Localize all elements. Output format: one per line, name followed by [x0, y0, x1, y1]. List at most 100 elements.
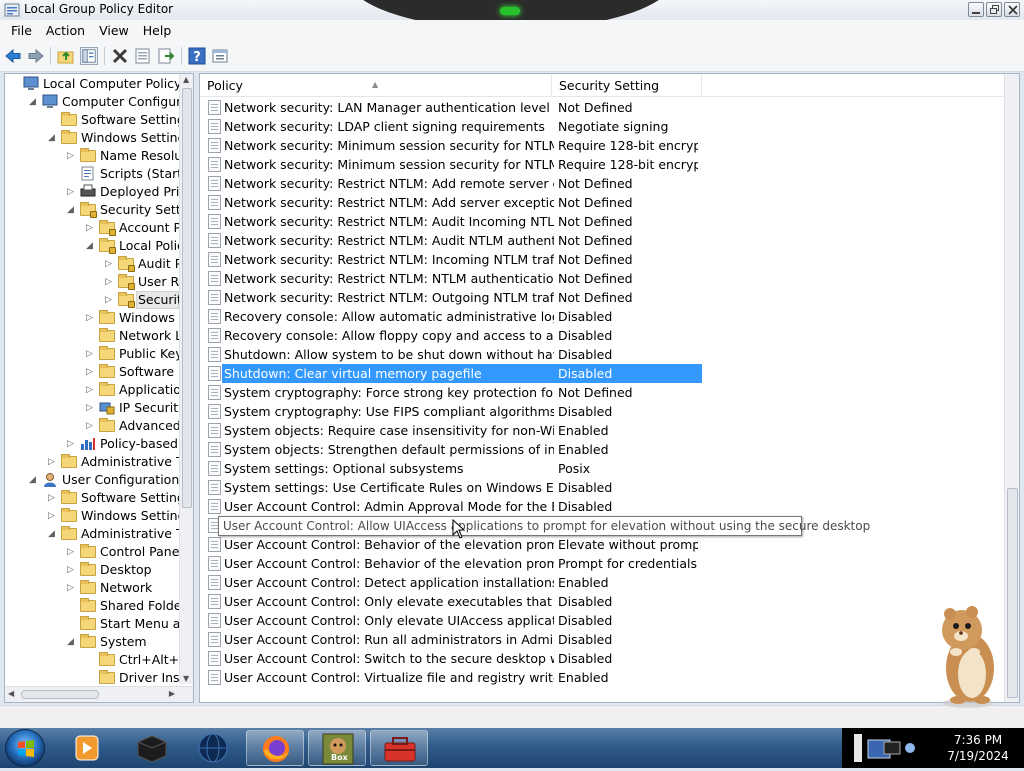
tree-scroll-thumb[interactable]: [182, 88, 192, 508]
tree-item[interactable]: ▷Windows Firew: [5, 309, 193, 327]
tree-item[interactable]: ▷Name Resolution: [5, 147, 193, 165]
policy-row[interactable]: Network security: Minimum session securi…: [206, 136, 702, 155]
collapsed-arrow-icon[interactable]: ▷: [104, 276, 113, 288]
policy-row[interactable]: Network security: Restrict NTLM: Add rem…: [206, 174, 702, 193]
policy-row[interactable]: Recovery console: Allow automatic admini…: [206, 307, 702, 326]
tree-item[interactable]: ◢ Windows Settings: [5, 129, 192, 147]
policy-row[interactable]: Network security: Restrict NTLM: Incomin…: [206, 250, 702, 269]
collapsed-arrow-icon[interactable]: ▷: [104, 294, 113, 306]
expanded-arrow-icon[interactable]: ◢: [85, 240, 94, 252]
taskbar-firefox[interactable]: [246, 730, 304, 766]
tree-item[interactable]: ▷ Administrative Templ: [5, 453, 193, 471]
tree-item[interactable]: ▷ Software Settings: [5, 489, 191, 507]
policy-row[interactable]: Network security: Restrict NTLM: Audit I…: [206, 212, 702, 231]
policy-row[interactable]: System objects: Strengthen default permi…: [206, 440, 702, 459]
policy-row[interactable]: Network security: LAN Manager authentica…: [206, 98, 702, 117]
expanded-arrow-icon[interactable]: ◢: [28, 96, 37, 108]
tree-item[interactable]: ▷IP Security Pol: [5, 399, 193, 417]
menu-help[interactable]: Help: [136, 20, 179, 41]
tree-item[interactable]: ◢ User Configuration: [5, 471, 179, 489]
policy-row[interactable]: Network security: Restrict NTLM: Audit N…: [206, 231, 702, 250]
expanded-arrow-icon[interactable]: ◢: [47, 528, 56, 540]
tree-item[interactable]: ◢Security Settings: [5, 201, 193, 219]
collapsed-arrow-icon[interactable]: ▷: [47, 456, 56, 468]
policy-row[interactable]: Network security: Minimum session securi…: [206, 155, 702, 174]
tree-item[interactable]: ▷ Account Polic: [5, 219, 193, 237]
tree-item[interactable]: Network List M: [5, 327, 193, 345]
collapsed-arrow-icon[interactable]: ▷: [85, 222, 94, 234]
scroll-up-icon[interactable]: ▲: [183, 75, 189, 84]
tree-item[interactable]: ▷Software Restr: [5, 363, 193, 381]
policy-row[interactable]: System settings: Use Certificate Rules o…: [206, 478, 702, 497]
collapsed-arrow-icon[interactable]: ▷: [85, 348, 94, 360]
collapsed-arrow-icon[interactable]: ▷: [85, 420, 94, 432]
back-icon[interactable]: [4, 47, 22, 65]
taskbar-globe[interactable]: [184, 730, 242, 766]
collapsed-arrow-icon[interactable]: ▷: [104, 258, 113, 270]
tree-item[interactable]: ▷ Control Panel: [5, 543, 183, 561]
column-header-policy[interactable]: Policy ▲: [200, 74, 552, 97]
policy-row[interactable]: Recovery console: Allow floppy copy and …: [206, 326, 702, 345]
collapsed-arrow-icon[interactable]: ▷: [85, 312, 94, 324]
collapsed-arrow-icon[interactable]: ▷: [47, 492, 56, 504]
up-folder-icon[interactable]: [57, 47, 75, 65]
tree-item[interactable]: Local Computer Policy: [5, 75, 181, 93]
collapsed-arrow-icon[interactable]: ▷: [66, 186, 75, 198]
tree-item[interactable]: ▷ Windows Settings: [5, 507, 192, 525]
tree-item[interactable]: ▷ Network: [5, 579, 179, 597]
policy-row[interactable]: User Account Control: Switch to the secu…: [206, 649, 702, 668]
expanded-arrow-icon[interactable]: ◢: [47, 132, 56, 144]
export-list-icon[interactable]: [157, 47, 175, 65]
policy-row[interactable]: Shutdown: Clear virtual memory pagefile D…: [206, 364, 702, 383]
policy-row[interactable]: Shutdown: Allow system to be shut down w…: [206, 345, 702, 364]
collapsed-arrow-icon[interactable]: ▷: [85, 402, 94, 414]
menu-file[interactable]: File: [4, 20, 39, 41]
show-hide-tree-icon[interactable]: [80, 47, 98, 65]
tree-item[interactable]: ▷Application Co: [5, 381, 193, 399]
column-header-security-setting[interactable]: Security Setting: [552, 74, 702, 97]
tree-item[interactable]: ▷Public Key Pol: [5, 345, 193, 363]
tree-item[interactable]: Start Menu and Ta: [5, 615, 193, 633]
tree-hscroll-thumb[interactable]: [21, 690, 99, 699]
help-icon[interactable]: ?: [188, 47, 206, 65]
tree-item[interactable]: ▷Deployed Printers: [5, 183, 193, 201]
tree-item[interactable]: ◢ Administrative Templ: [5, 525, 193, 543]
tree-item[interactable]: ◢ Local Policies: [5, 237, 193, 255]
scroll-right-icon[interactable]: ▶: [169, 689, 175, 698]
show-console-tree-icon[interactable]: [211, 47, 229, 65]
policy-row[interactable]: System objects: Require case insensitivi…: [206, 421, 702, 440]
expanded-arrow-icon[interactable]: ◢: [66, 204, 75, 216]
tree-item[interactable]: Driver Installat: [5, 669, 193, 687]
policy-list[interactable]: Policy ▲ Security Setting Network securi…: [199, 73, 1020, 703]
policy-row[interactable]: User Account Control: Only elevate UIAcc…: [206, 611, 702, 630]
system-clock[interactable]: 7:36 PM 7/19/2024: [938, 732, 1018, 764]
tree-item[interactable]: ▷ Desktop: [5, 561, 179, 579]
properties-icon[interactable]: [134, 47, 152, 65]
policy-row[interactable]: User Account Control: Run all administra…: [206, 630, 702, 649]
policy-row[interactable]: Network security: LDAP client signing re…: [206, 117, 702, 136]
menu-view[interactable]: View: [92, 20, 136, 41]
tree-vertical-scrollbar[interactable]: ▲ ▼: [179, 74, 193, 684]
tree-item[interactable]: Ctrl+Alt+Del C: [5, 651, 193, 669]
tree-item[interactable]: Scripts (Startup/Sh: [5, 165, 193, 183]
console-tree[interactable]: Driver InstallatCtrl+Alt+Del C ◢ SystemSta…: [4, 73, 194, 703]
restore-button[interactable]: [986, 2, 1002, 17]
delete-icon[interactable]: [111, 47, 129, 65]
collapsed-arrow-icon[interactable]: ▷: [66, 582, 75, 594]
taskbar-box-game[interactable]: Box: [308, 730, 366, 766]
tree-item[interactable]: ▷Policy-based QoS: [5, 435, 193, 453]
close-button[interactable]: [1004, 2, 1020, 17]
forward-icon[interactable]: [27, 47, 45, 65]
tree-item[interactable]: ▷Audit Polic: [5, 255, 193, 273]
minimize-button[interactable]: [968, 2, 984, 17]
list-scroll-thumb[interactable]: [1007, 488, 1018, 698]
policy-row[interactable]: System settings: Optional subsystems Posi…: [206, 459, 702, 478]
tree-horizontal-scrollbar[interactable]: ◀ ▶: [5, 686, 193, 702]
tree-item[interactable]: ▷User Rights: [5, 273, 193, 291]
taskbar-toolbox[interactable]: [370, 730, 428, 766]
policy-row[interactable]: User Account Control: Virtualize file an…: [206, 668, 702, 687]
policy-row[interactable]: System cryptography: Force strong key pr…: [206, 383, 702, 402]
policy-row[interactable]: System cryptography: Use FIPS compliant …: [206, 402, 702, 421]
menu-action[interactable]: Action: [39, 20, 92, 41]
policy-row[interactable]: User Account Control: Behavior of the el…: [206, 554, 702, 573]
